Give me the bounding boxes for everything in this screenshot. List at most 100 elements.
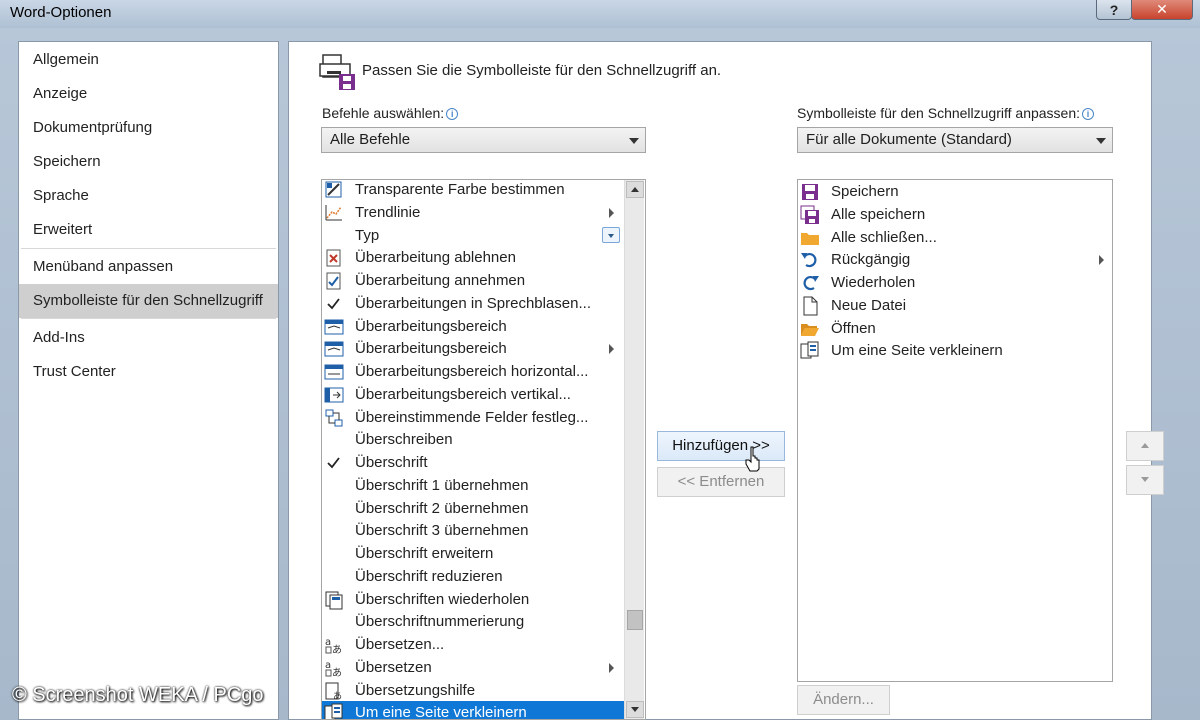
modify-button[interactable]: Ändern... <box>797 685 890 715</box>
toolbar-list-item[interactable]: Um eine Seite verkleinern <box>798 339 1112 362</box>
command-list-item-label: Überarbeitungsbereich vertikal... <box>355 385 571 403</box>
dropdown-button[interactable] <box>602 226 620 243</box>
chevron-right-icon <box>609 662 614 673</box>
sidebar-item[interactable]: Dokumentprüfung <box>19 111 278 145</box>
command-list-item-label: Überarbeitungen in Sprechblasen... <box>355 294 591 312</box>
sidebar-item[interactable]: Add-Ins <box>19 321 278 355</box>
command-list-item[interactable]: Überschriften wiederholen <box>322 588 624 611</box>
svg-text:a: a <box>325 637 331 648</box>
mouse-cursor-icon <box>745 446 760 472</box>
toolbar-list-item[interactable]: Rückgängig <box>798 248 1112 271</box>
commands-list[interactable]: Transparente Farbe bestimmen Trendlinie Ty… <box>321 179 646 720</box>
sidebar-item[interactable]: Speichern <box>19 145 278 179</box>
reject-change-icon <box>326 249 341 267</box>
command-list-item[interactable]: a あ Übersetzen <box>322 656 624 679</box>
open-folder-icon <box>801 323 819 336</box>
command-list-item[interactable]: Überarbeitung annehmen <box>322 269 624 292</box>
add-button[interactable]: Hinzufügen >> <box>657 431 785 461</box>
toolbar-list-item[interactable]: Speichern <box>798 180 1112 203</box>
sidebar-item[interactable]: Symbolleiste für den Schnellzugriff <box>19 284 278 318</box>
chevron-right-icon <box>1099 255 1104 266</box>
command-list-item[interactable]: Überarbeitungsbereich vertikal... <box>322 383 624 406</box>
quick-access-panel: Passen Sie die Symbolleiste für den Schn… <box>288 41 1164 720</box>
command-list-item[interactable]: Typ <box>322 224 624 247</box>
sidebar-item[interactable]: Erweitert <box>19 213 278 247</box>
toolbar-list-item[interactable]: Neue Datei <box>798 294 1112 317</box>
translate-icon: aあ <box>325 637 342 655</box>
translate-helper-icon: あ <box>325 682 342 701</box>
toolbar-list-item-label: Um eine Seite verkleinern <box>831 342 1003 360</box>
toolbar-list-item[interactable]: Alle schließen... <box>798 226 1112 249</box>
toolbar-list-item-label: Speichern <box>831 183 899 200</box>
svg-text:あ: あ <box>332 644 342 655</box>
save-icon <box>802 184 818 200</box>
move-down-button[interactable] <box>1126 465 1164 495</box>
command-list-item[interactable]: Überschreiben <box>322 428 624 451</box>
sidebar-item[interactable]: Menüband anpassen <box>19 250 278 284</box>
command-list-item[interactable]: Überschrift 1 übernehmen <box>322 474 624 497</box>
svg-text:あ: あ <box>333 691 342 701</box>
command-list-item-label: Überschrift <box>355 454 428 471</box>
remove-button[interactable]: << Entfernen <box>657 467 785 497</box>
command-list-item[interactable]: Trendlinie <box>322 201 624 224</box>
command-list-item-label: Trendlinie <box>355 203 421 221</box>
help-button[interactable]: ? <box>1096 0 1132 20</box>
scroll-down-button[interactable] <box>626 701 644 718</box>
sidebar-item[interactable]: Anzeige <box>19 77 278 111</box>
sidebar-item[interactable]: Sprache <box>19 179 278 213</box>
command-list-item[interactable]: Überarbeitungsbereich <box>322 337 624 360</box>
commands-select[interactable]: Alle Befehle <box>321 127 646 153</box>
toolbar-items-list[interactable]: Speichern Alle speichern Alle schließen...… <box>797 179 1113 682</box>
command-list-item[interactable]: Überschrift <box>322 451 624 474</box>
info-icon: i <box>446 108 459 120</box>
command-list-item[interactable]: あ Übersetzungshilfe <box>322 679 624 702</box>
command-list-item[interactable]: Überschrift reduzieren <box>322 565 624 588</box>
options-sidebar: Allgemein Anzeige Dokumentprüfung Speichern… <box>18 41 279 720</box>
undo-icon <box>801 253 817 268</box>
toolbar-list-item[interactable]: Wiederholen <box>798 271 1112 294</box>
command-list-item-label: Überschrift reduzieren <box>355 567 503 585</box>
command-list-item[interactable]: Transparente Farbe bestimmen <box>322 180 624 201</box>
command-list-item[interactable]: Überarbeitungsbereich <box>322 315 624 338</box>
toolbar-scope-select[interactable]: Für alle Dokumente (Standard) <box>797 127 1113 153</box>
scrollbar-thumb[interactable] <box>627 610 643 630</box>
scroll-up-button[interactable] <box>626 181 644 198</box>
shrink-page-icon <box>324 703 343 719</box>
command-list-item-label: Überschrift erweitern <box>355 545 494 562</box>
move-up-button[interactable] <box>1126 431 1164 461</box>
toolbar-list-item[interactable]: Öffnen <box>798 317 1112 340</box>
command-list-item-label: Überschriften wiederholen <box>355 590 530 608</box>
chevron-down-icon <box>1096 138 1106 144</box>
command-list-item-label: Überarbeitung ablehnen <box>355 249 516 267</box>
command-list-item[interactable]: Um eine Seite verkleinern <box>322 701 624 719</box>
toolbar-list-item-label: Öffnen <box>831 319 876 337</box>
command-list-item-label: Transparente Farbe bestimmen <box>355 181 565 198</box>
watermark: © Screenshot WEKA / PCgo <box>12 684 264 706</box>
reviewing-pane-horizontal-icon <box>324 364 344 380</box>
toolbar-label-text: Symbolleiste für den Schnellzugriff anpa… <box>797 105 1081 121</box>
command-list-item[interactable]: Überschriftnummerierung <box>322 610 624 633</box>
toolbar-list-item[interactable]: Alle speichern <box>798 203 1112 226</box>
sidebar-item[interactable]: Allgemein <box>19 43 278 77</box>
command-list-item-label: Überarbeitung annehmen <box>355 272 526 289</box>
sidebar-separator <box>21 318 276 319</box>
translate-icon: aあ <box>325 660 342 678</box>
command-list-item[interactable]: Überschrift 2 übernehmen <box>322 497 624 520</box>
sidebar-item[interactable]: Trust Center <box>19 355 278 389</box>
toolbar-scope-select-value: Für alle Dokumente (Standard) <box>806 131 1012 148</box>
command-list-item[interactable]: Überschrift 3 übernehmen <box>322 519 624 542</box>
commands-label-text: Befehle auswählen: <box>322 105 445 121</box>
commands-scrollbar[interactable] <box>624 180 644 719</box>
toolbar-list-item-label: Rückgängig <box>831 251 911 269</box>
command-list-item[interactable]: Übereinstimmende Felder festleg... <box>322 406 624 429</box>
command-list-item[interactable]: a あ Übersetzen... <box>322 633 624 656</box>
command-list-item[interactable]: Überschrift erweitern <box>322 542 624 565</box>
close-button[interactable]: ✕ <box>1131 0 1193 20</box>
command-list-item-label: Übereinstimmende Felder festleg... <box>355 408 589 426</box>
checkmark-icon <box>327 298 340 310</box>
command-list-item[interactable]: Überarbeitung ablehnen <box>322 246 624 269</box>
info-icon: i <box>1082 108 1095 120</box>
toolbar-list-item-label: Wiederholen <box>831 274 916 291</box>
command-list-item[interactable]: Überarbeitungsbereich horizontal... <box>322 360 624 383</box>
command-list-item[interactable]: Überarbeitungen in Sprechblasen... <box>322 292 624 315</box>
